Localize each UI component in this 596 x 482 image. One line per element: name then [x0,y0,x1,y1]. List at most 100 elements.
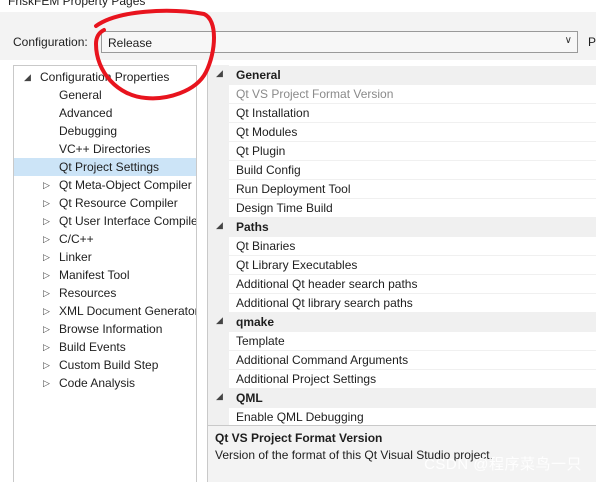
collapse-icon[interactable]: ◢ [216,315,223,326]
tree-item-resources[interactable]: ▷ Resources [14,284,196,302]
tree-item-label: Code Analysis [59,376,136,390]
property-label: Qt Plugin [236,144,286,158]
tree-item-qt-meta-object-compiler[interactable]: ▷ Qt Meta-Object Compiler [14,176,196,194]
tree-item-xml-document-generator[interactable]: ▷ XML Document Generator [14,302,197,320]
property-row[interactable]: Qt Plugin [229,142,596,161]
property-label: Qt Modules [236,125,298,139]
tree-item-label: Manifest Tool [59,268,130,282]
tree-item-label: Qt User Interface Compiler [59,214,197,228]
configuration-dropdown[interactable]: Release ∨ [101,31,578,53]
category-label: QML [236,391,263,405]
property-label: Design Time Build [236,201,333,215]
window-title: FriskFEM Property Pages [8,0,146,8]
property-row[interactable]: Run Deployment Tool [229,180,596,199]
tree-item-browse-information[interactable]: ▷ Browse Information [14,320,196,338]
collapse-icon[interactable]: ◢ [216,68,223,79]
collapse-icon[interactable]: ◢ [216,391,223,402]
tree-collapsed-icon[interactable]: ▷ [43,284,50,302]
tree-item-label: Qt Resource Compiler [59,196,178,210]
property-label: Run Deployment Tool [236,182,351,196]
property-label: Additional Qt library search paths [236,296,413,310]
configuration-label: Configuration: [13,35,88,49]
tree-expanded-icon[interactable]: ◢ [24,68,31,86]
tree-item-label: Custom Build Step [59,358,159,372]
watermark: CSDN @程序菜鸟一只 [424,456,582,473]
property-row[interactable]: Qt Modules [229,123,596,142]
property-row[interactable]: Enable QML Debugging [229,408,596,425]
tree-item-label: Resources [59,286,117,300]
tree-item-label: General [59,88,102,102]
configuration-value: Release [108,36,153,50]
tree-collapsed-icon[interactable]: ▷ [43,338,50,356]
tree-collapsed-icon[interactable]: ▷ [43,302,50,320]
property-label: Template [236,334,285,348]
property-grid-gutter [208,65,229,425]
tree-collapsed-icon[interactable]: ▷ [43,248,50,266]
tree-item-label: Qt Meta-Object Compiler [59,178,192,192]
tree-item-label: Build Events [59,340,126,354]
tree-item-qt-project-settings[interactable]: Qt Project Settings [14,158,196,176]
tree-item-c-c[interactable]: ▷ C/C++ [14,230,196,248]
property-row[interactable]: Template [229,332,596,351]
property-row[interactable]: Build Config [229,161,596,180]
tree-item-configuration-properties[interactable]: ◢ Configuration Properties [14,68,196,86]
category-label: qmake [236,315,275,329]
property-grid: ◢ General Qt VS Project Format Version Qt I… [207,65,596,425]
tree-item-label: Linker [59,250,92,264]
property-row[interactable]: Qt Library Executables [229,256,596,275]
tree-item-qt-user-interface-compiler[interactable]: ▷ Qt User Interface Compiler [14,212,197,230]
property-label: Qt Installation [236,106,310,120]
tree-item-vc-directories[interactable]: VC++ Directories [14,140,196,158]
property-row[interactable]: Design Time Build [229,199,596,218]
property-label: Qt Binaries [236,239,296,253]
platform-label: P [588,35,596,49]
property-label: Additional Qt header search paths [236,277,418,291]
tree-item-label: XML Document Generator [59,304,197,318]
property-row[interactable]: Qt Binaries [229,237,596,256]
category-qml[interactable]: ◢ QML [208,389,596,408]
property-label: Additional Project Settings [236,372,377,386]
category-qmake[interactable]: ◢ qmake [208,313,596,332]
tree-item-label: Configuration Properties [40,70,170,84]
property-label: Enable QML Debugging [236,410,364,424]
property-tree: ◢ Configuration Properties General Advanced… [13,65,197,482]
tree-collapsed-icon[interactable]: ▷ [43,230,50,248]
tree-collapsed-icon[interactable]: ▷ [43,374,50,392]
tree-item-label: Advanced [59,106,113,120]
tree-item-debugging[interactable]: Debugging [14,122,196,140]
tree-collapsed-icon[interactable]: ▷ [43,266,50,284]
property-row[interactable]: Qt Installation [229,104,596,123]
window-titlebar: FriskFEM Property Pages [0,0,596,12]
tree-item-manifest-tool[interactable]: ▷ Manifest Tool [14,266,196,284]
property-row[interactable]: Additional Qt library search paths [229,294,596,313]
property-label: Qt VS Project Format Version [236,87,394,101]
tree-collapsed-icon[interactable]: ▷ [43,320,50,338]
tree-item-advanced[interactable]: Advanced [14,104,196,122]
collapse-icon[interactable]: ◢ [216,220,223,231]
splitter[interactable] [197,65,207,482]
chevron-down-icon[interactable]: ∨ [565,35,572,46]
property-row[interactable]: Additional Project Settings [229,370,596,389]
tree-item-linker[interactable]: ▷ Linker [14,248,196,266]
category-general[interactable]: ◢ General [208,66,596,85]
category-label: General [236,68,281,82]
tree-collapsed-icon[interactable]: ▷ [43,356,50,374]
tree-item-custom-build-step[interactable]: ▷ Custom Build Step [14,356,196,374]
category-paths[interactable]: ◢ Paths [208,218,596,237]
property-row[interactable]: Additional Command Arguments [229,351,596,370]
property-label: Build Config [236,163,301,177]
tree-item-label: C/C++ [59,232,94,246]
tree-item-general[interactable]: General [14,86,196,104]
tree-item-qt-resource-compiler[interactable]: ▷ Qt Resource Compiler [14,194,196,212]
tree-collapsed-icon[interactable]: ▷ [43,176,50,194]
tree-item-build-events[interactable]: ▷ Build Events [14,338,196,356]
tree-collapsed-icon[interactable]: ▷ [43,212,50,230]
property-row[interactable]: Qt VS Project Format Version [229,85,596,104]
tree-item-code-analysis[interactable]: ▷ Code Analysis [14,374,196,392]
property-row[interactable]: Additional Qt header search paths [229,275,596,294]
tree-collapsed-icon[interactable]: ▷ [43,194,50,212]
category-label: Paths [236,220,269,234]
property-label: Additional Command Arguments [236,353,409,367]
tree-item-label: Browse Information [59,322,163,336]
property-label: Qt Library Executables [236,258,358,272]
